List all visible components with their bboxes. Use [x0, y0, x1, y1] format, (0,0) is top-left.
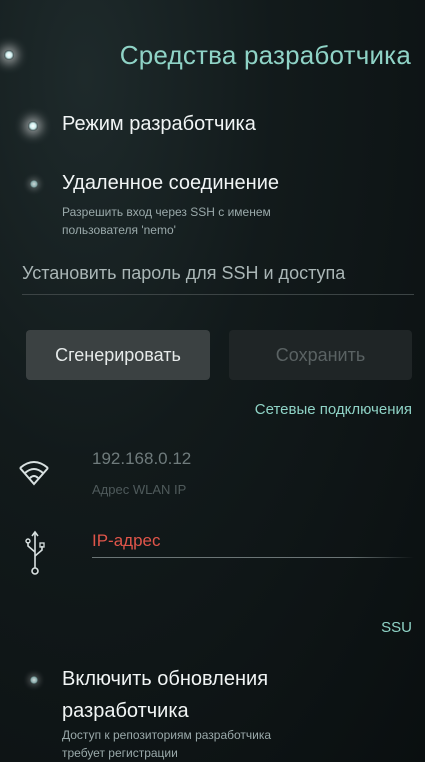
switch-indicator-icon	[30, 676, 38, 684]
remote-connection-label: Удаленное соединение	[62, 172, 280, 194]
ssu-section-header: SSU	[381, 619, 412, 636]
wlan-ip-value: 192.168.0.12	[92, 449, 192, 468]
remote-connection-desc-2: пользователя 'nemo'	[62, 223, 176, 237]
developer-updates-desc-2: требует регистрации	[62, 746, 178, 760]
switch-indicator-icon	[30, 180, 38, 188]
network-section-header: Сетевые подключения	[254, 401, 412, 418]
switch-indicator-on-icon	[28, 121, 38, 131]
developer-updates-label-1: Включить обновления	[62, 668, 269, 690]
page-title: Средства разработчика	[119, 40, 411, 70]
ssh-password-underline	[22, 294, 414, 295]
remote-connection-switch[interactable]: Удаленное соединение Разрешить вход чере…	[0, 168, 425, 243]
generate-button[interactable]: Сгенерировать	[26, 330, 210, 380]
developer-mode-label: Режим разработчика	[62, 113, 256, 135]
ssh-password-input[interactable]: Установить пароль для SSH и доступа	[22, 263, 414, 284]
corner-glow-icon	[4, 50, 14, 60]
save-button[interactable]: Сохранить	[229, 330, 412, 380]
remote-connection-desc-1: Разрешить вход через SSH с именем	[62, 205, 271, 219]
wlan-ip-label: Адрес WLAN IP	[92, 482, 187, 497]
developer-updates-switch[interactable]: Включить обновления разработчика Доступ …	[0, 664, 425, 762]
developer-mode-switch[interactable]: Режим разработчика	[0, 105, 425, 145]
usb-icon	[24, 530, 46, 576]
wifi-icon	[18, 458, 50, 486]
usb-ip-underline	[92, 557, 414, 558]
developer-updates-desc-1: Доступ к репозиториям разработчика	[62, 728, 272, 742]
developer-updates-label-2: разработчика	[62, 700, 189, 722]
usb-ip-input[interactable]: IP-адрес	[92, 531, 161, 551]
